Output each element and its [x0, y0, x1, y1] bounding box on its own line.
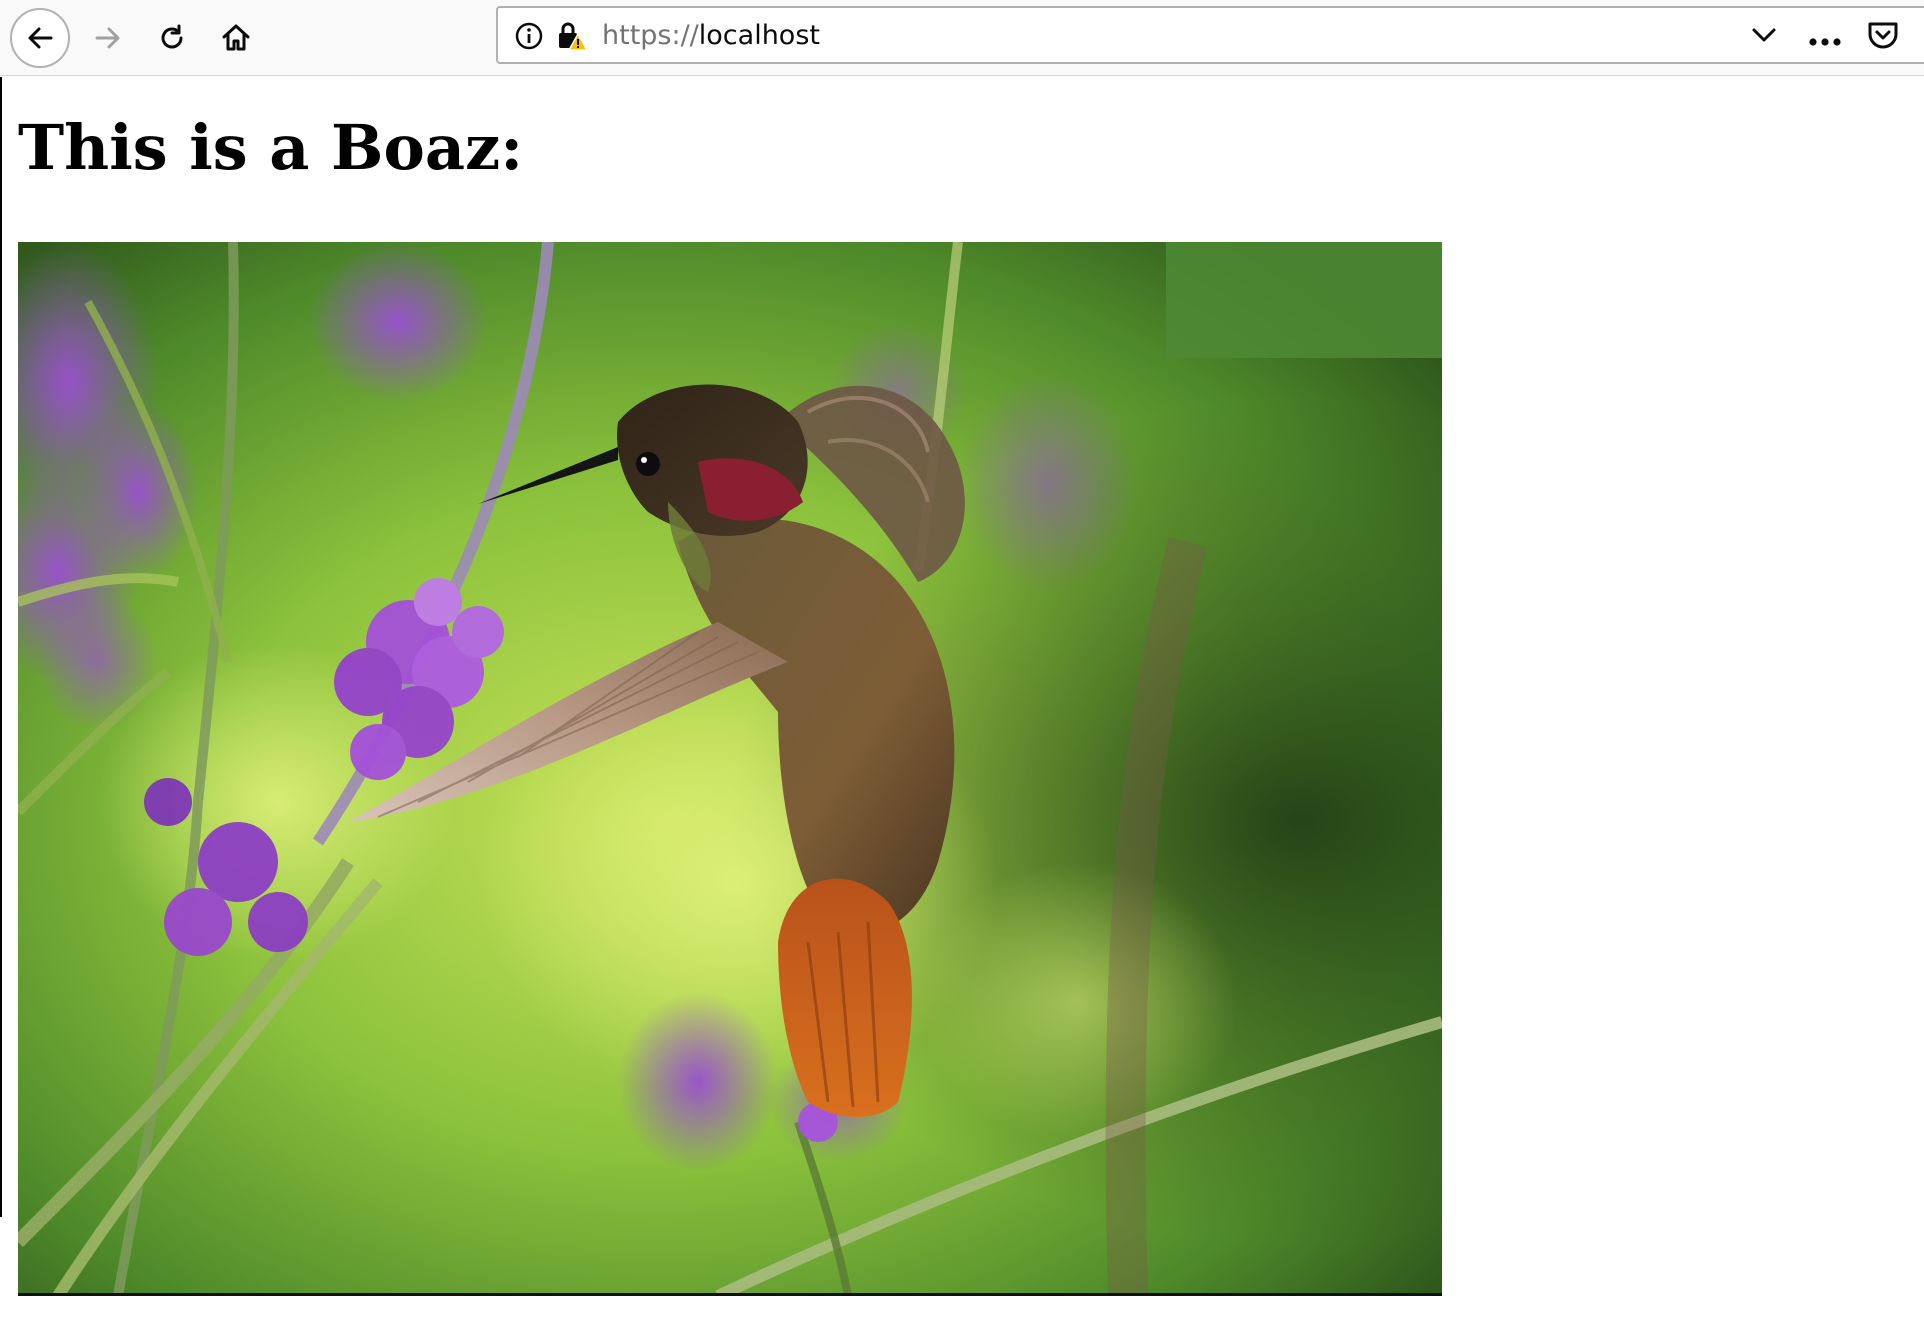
- back-button[interactable]: [10, 8, 70, 68]
- page-heading: This is a Boaz:: [18, 111, 524, 184]
- info-icon[interactable]: [514, 21, 544, 55]
- arrow-left-icon: [25, 23, 55, 53]
- hummingbird-image: [18, 242, 1442, 1296]
- address-bar[interactable]: https://localhost: [496, 6, 1924, 64]
- more-actions-icon[interactable]: [1808, 32, 1842, 51]
- url-host: localhost: [698, 20, 820, 51]
- reload-icon: [157, 23, 187, 53]
- browser-toolbar: https://localhost: [0, 0, 1924, 76]
- window-edge: [0, 77, 2, 1217]
- home-icon: [220, 22, 252, 54]
- arrow-right-icon: [93, 23, 123, 53]
- url-text[interactable]: https://localhost: [602, 20, 820, 52]
- chevron-down-icon[interactable]: [1750, 24, 1778, 50]
- insecure-lock-icon[interactable]: [556, 20, 589, 56]
- pocket-icon[interactable]: [1866, 20, 1900, 56]
- forward-button[interactable]: [78, 8, 138, 68]
- reload-button[interactable]: [142, 8, 202, 68]
- home-button[interactable]: [206, 8, 266, 68]
- url-scheme: https://: [602, 20, 699, 51]
